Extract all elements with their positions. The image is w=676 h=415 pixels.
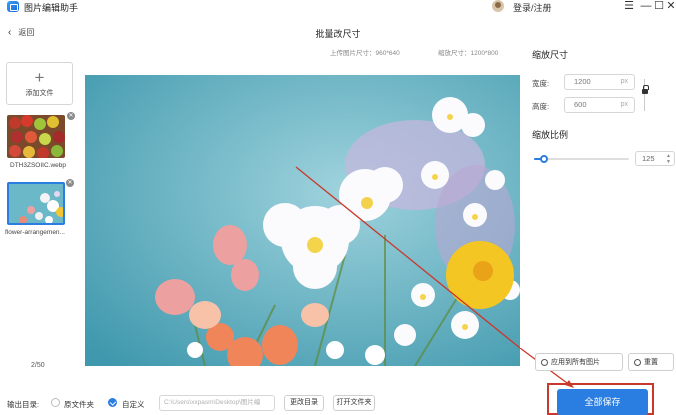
image-preview <box>85 75 520 366</box>
height-unit: px <box>620 101 628 108</box>
reset-button[interactable]: 重置 <box>628 353 674 371</box>
remove-file-icon[interactable]: ✕ <box>66 179 74 187</box>
page-title: 批量改尺寸 <box>315 29 361 39</box>
slider-handle[interactable] <box>540 155 548 163</box>
apply-all-button[interactable]: 应用到所有图片 <box>535 353 623 371</box>
fruit-image <box>7 115 65 158</box>
radio-custom-folder[interactable] <box>108 398 117 407</box>
output-dir-label: 输出目录: <box>7 400 40 409</box>
width-value: 1200 <box>574 77 591 86</box>
apply-all-icon <box>541 358 548 366</box>
reset-icon <box>634 358 641 366</box>
maximize-icon[interactable]: ☐ <box>653 0 665 12</box>
radio-original-folder[interactable] <box>51 398 60 407</box>
width-input[interactable]: 1200 px <box>564 74 635 90</box>
output-path-input[interactable]: C:\Users\xxpasm\Desktop\图片编 <box>159 395 275 411</box>
minimize-icon[interactable]: — <box>640 0 652 12</box>
resize-title: 缩放尺寸 <box>532 50 569 60</box>
file-sidebar: + 添加文件 ✕ DTH3ZSOIIC.webp ✕ flower-arrang… <box>0 55 80 385</box>
apply-all-label: 应用到所有图片 <box>551 359 600 366</box>
app-title: 图片编辑助手 <box>24 3 79 13</box>
upload-size-info: 上传图片尺寸：960*640 <box>330 50 400 57</box>
app-logo-icon <box>7 1 19 12</box>
height-value: 600 <box>574 100 587 109</box>
file-name: DTH3ZSOIIC.webp <box>10 162 66 169</box>
scale-title: 缩放比例 <box>532 130 569 140</box>
close-icon[interactable]: ✕ <box>665 0 676 12</box>
lock-icon[interactable] <box>642 85 649 94</box>
title-bar: 图片编辑助手 登录/注册 ☰ — ☐ ✕ <box>0 0 676 14</box>
change-directory-button[interactable]: 更改目录 <box>284 395 324 411</box>
custom-folder-label: 自定义 <box>122 400 145 409</box>
plus-icon: + <box>34 68 45 87</box>
user-avatar-icon[interactable] <box>492 0 504 12</box>
open-folder-button[interactable]: 打开文件夹 <box>333 395 375 411</box>
remove-file-icon[interactable]: ✕ <box>67 112 75 120</box>
file-thumbnail-flowers[interactable] <box>7 182 65 225</box>
flowers-thumb-image <box>9 184 63 223</box>
width-unit: px <box>620 78 628 85</box>
scale-slider[interactable] <box>534 155 629 163</box>
page-count: 2/50 <box>31 362 45 369</box>
add-file-button[interactable]: + 添加文件 <box>6 62 73 105</box>
aspect-link-line <box>644 79 645 111</box>
save-all-button[interactable]: 全部保存 <box>557 389 648 415</box>
file-name: flower-arrangemen... <box>5 229 65 236</box>
file-thumbnail-fruit[interactable] <box>7 115 65 158</box>
scaled-size-info: 缩放尺寸：1200*800 <box>438 50 499 57</box>
login-link[interactable]: 登录/注册 <box>513 1 552 14</box>
add-file-label: 添加文件 <box>25 90 54 97</box>
original-folder-label: 原文件夹 <box>64 400 94 409</box>
scale-value: 125 <box>642 154 655 163</box>
height-input[interactable]: 600 px <box>564 97 635 113</box>
flower-arrangement-image <box>85 75 520 366</box>
height-label: 高度: <box>532 102 550 111</box>
reset-label: 重置 <box>644 359 658 366</box>
spin-down-icon[interactable]: ▼ <box>666 159 672 165</box>
width-label: 宽度: <box>532 79 550 88</box>
menu-icon[interactable]: ☰ <box>623 0 635 12</box>
scale-input[interactable]: 125 ▲ ▼ <box>635 151 675 166</box>
